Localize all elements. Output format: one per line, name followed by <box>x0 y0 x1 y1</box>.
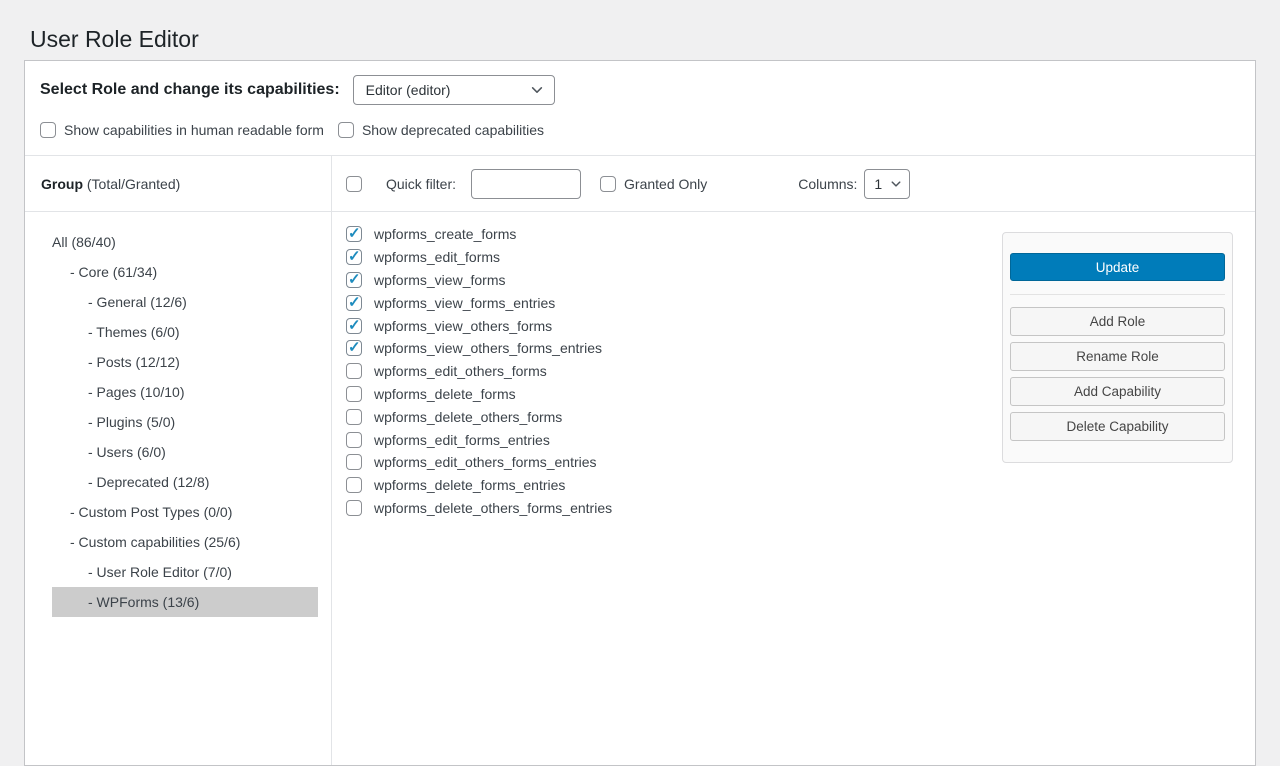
group-tree-item-label: - Custom Post Types (0/0) <box>70 504 232 520</box>
capability-label: wpforms_edit_others_forms <box>374 363 547 379</box>
group-tree-item-themes-6-0[interactable]: - Themes (6/0) <box>52 317 318 347</box>
role-select[interactable]: Editor (editor) <box>353 75 555 105</box>
chevron-down-icon <box>890 178 902 190</box>
group-tree-item-label: - Plugins (5/0) <box>88 414 175 430</box>
toggle-human-readable: Show capabilities in human readable form <box>40 122 324 138</box>
group-tree-item-wpforms-13-6[interactable]: - WPForms (13/6) <box>52 587 318 617</box>
group-tree-item-label: - Users (6/0) <box>88 444 166 460</box>
group-tree-item-plugins-5-0[interactable]: - Plugins (5/0) <box>52 407 318 437</box>
add-capability-button[interactable]: Add Capability <box>1010 377 1225 406</box>
group-tree-item-general-12-6[interactable]: - General (12/6) <box>52 287 318 317</box>
granted-only-label: Granted Only <box>624 176 707 192</box>
group-tree-item-label: - Custom capabilities (25/6) <box>70 534 240 550</box>
capability-label: wpforms_view_others_forms <box>374 318 552 334</box>
capability-checkbox[interactable] <box>346 386 362 402</box>
capability-label: wpforms_view_forms <box>374 272 505 288</box>
capability-row: wpforms_delete_others_forms_entries <box>346 497 1255 520</box>
capability-checkbox[interactable] <box>346 432 362 448</box>
role-select-value: Editor (editor) <box>366 82 451 98</box>
toggles-row: Show capabilities in human readable form… <box>40 122 1239 138</box>
capability-label: wpforms_edit_forms <box>374 249 500 265</box>
group-header-rest: (Total/Granted) <box>83 176 180 192</box>
columns-select[interactable]: 1 <box>864 169 910 199</box>
actions-panel: Update Add Role Rename Role Add Capability… <box>1002 232 1233 463</box>
role-selector-label: Select Role and change its capabilities: <box>40 81 340 99</box>
group-tree-item-user-role-editor-7-0[interactable]: - User Role Editor (7/0) <box>52 557 318 587</box>
capability-label: wpforms_create_forms <box>374 226 516 242</box>
toggle-deprecated: Show deprecated capabilities <box>338 122 544 138</box>
capability-checkbox[interactable] <box>346 318 362 334</box>
capability-label: wpforms_view_forms_entries <box>374 295 555 311</box>
capability-checkbox[interactable] <box>346 500 362 516</box>
deprecated-label: Show deprecated capabilities <box>362 122 544 138</box>
human-readable-checkbox[interactable] <box>40 122 56 138</box>
group-tree-item-label: - Posts (12/12) <box>88 354 180 370</box>
group-tree-item-label: - General (12/6) <box>88 294 187 310</box>
secondary-buttons: Add Role Rename Role Add Capability Delete … <box>1010 307 1225 441</box>
capability-checkbox[interactable] <box>346 454 362 470</box>
rename-role-button[interactable]: Rename Role <box>1010 342 1225 371</box>
human-readable-label: Show capabilities in human readable form <box>64 122 324 138</box>
group-tree-item-custom-post-types-0-0[interactable]: - Custom Post Types (0/0) <box>52 497 318 527</box>
group-tree-item-label: - Pages (10/10) <box>88 384 185 400</box>
capability-checkbox[interactable] <box>346 295 362 311</box>
quick-filter-input[interactable] <box>471 169 581 199</box>
capability-label: wpforms_view_others_forms_entries <box>374 340 602 356</box>
capability-row: wpforms_delete_forms_entries <box>346 474 1255 497</box>
delete-capability-button[interactable]: Delete Capability <box>1010 412 1225 441</box>
actions-divider <box>1010 294 1225 295</box>
page-title: User Role Editor <box>30 24 199 54</box>
capability-label: wpforms_edit_others_forms_entries <box>374 454 597 470</box>
group-tree-item-label: - Themes (6/0) <box>88 324 180 340</box>
capability-checkbox[interactable] <box>346 249 362 265</box>
granted-only-checkbox[interactable] <box>600 176 616 192</box>
columns-select-value: 1 <box>874 176 882 192</box>
columns-label: Columns: <box>798 176 857 192</box>
capability-label: wpforms_delete_forms <box>374 386 516 402</box>
group-tree-item-pages-10-10[interactable]: - Pages (10/10) <box>52 377 318 407</box>
group-tree-item-custom-capabilities-25-6[interactable]: - Custom capabilities (25/6) <box>52 527 318 557</box>
deprecated-checkbox[interactable] <box>338 122 354 138</box>
select-all-checkbox[interactable] <box>346 176 362 192</box>
capability-checkbox[interactable] <box>346 409 362 425</box>
group-tree-item-label: - User Role Editor (7/0) <box>88 564 232 580</box>
add-role-button[interactable]: Add Role <box>1010 307 1225 336</box>
top-section: Select Role and change its capabilities:… <box>25 61 1255 155</box>
capability-label: wpforms_delete_forms_entries <box>374 477 565 493</box>
group-header: Group (Total/Granted) <box>25 156 332 212</box>
quick-filter-label: Quick filter: <box>386 176 456 192</box>
group-tree-item-label: - Deprecated (12/8) <box>88 474 209 490</box>
capability-checkbox[interactable] <box>346 363 362 379</box>
group-tree-item-label: - WPForms (13/6) <box>88 594 199 610</box>
group-tree-item-users-6-0[interactable]: - Users (6/0) <box>52 437 318 467</box>
group-tree-item-label: - Core (61/34) <box>70 264 157 280</box>
capability-label: wpforms_delete_others_forms <box>374 409 562 425</box>
page: User Role Editor Select Role and change … <box>0 0 1280 766</box>
capability-checkbox[interactable] <box>346 340 362 356</box>
group-tree-item-core-61-34[interactable]: - Core (61/34) <box>52 257 318 287</box>
capability-checkbox[interactable] <box>346 272 362 288</box>
group-tree-item-all-86-40[interactable]: All (86/40) <box>52 227 318 257</box>
group-tree-item-label: All (86/40) <box>52 234 116 250</box>
group-tree-item-posts-12-12[interactable]: - Posts (12/12) <box>52 347 318 377</box>
update-button[interactable]: Update <box>1010 253 1225 281</box>
group-tree-item-deprecated-12-8[interactable]: - Deprecated (12/8) <box>52 467 318 497</box>
filter-bar: Quick filter: Granted Only Columns: 1 <box>332 156 1255 212</box>
capability-checkbox[interactable] <box>346 477 362 493</box>
capability-label: wpforms_edit_forms_entries <box>374 432 550 448</box>
capability-label: wpforms_delete_others_forms_entries <box>374 500 612 516</box>
group-header-bold: Group <box>41 176 83 192</box>
role-row: Select Role and change its capabilities:… <box>40 75 1239 105</box>
capability-checkbox[interactable] <box>346 226 362 242</box>
chevron-down-icon <box>530 83 544 97</box>
group-tree: All (86/40) - Core (61/34) - General (12/6… <box>25 212 332 765</box>
